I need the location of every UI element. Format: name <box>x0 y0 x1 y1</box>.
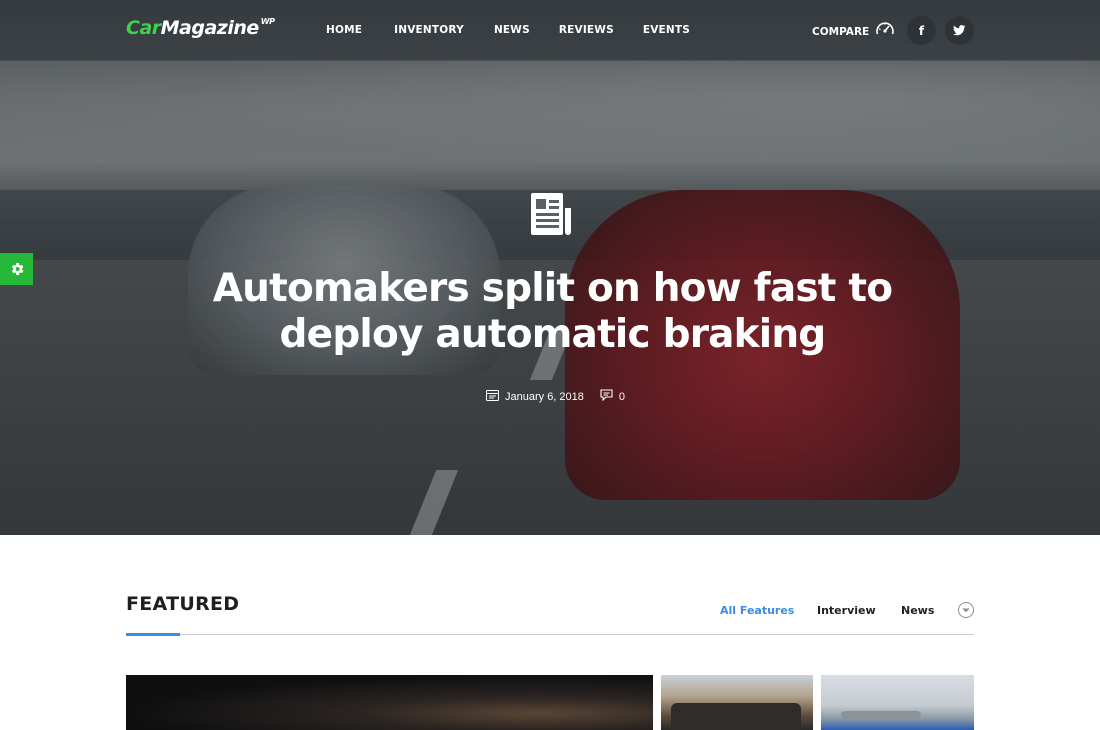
hero-banner[interactable]: Automakers split on how fast to deploy a… <box>0 0 1100 535</box>
logo-brand-part1: Car <box>126 17 161 39</box>
featured-article-image-large[interactable] <box>126 675 653 730</box>
top-navigation: CarMagazine WP HOME INVENTORY NEWS REVIEW… <box>0 0 1100 61</box>
featured-section-title: FEATURED <box>126 593 240 615</box>
menu-item-inventory[interactable]: INVENTORY <box>394 24 464 36</box>
speedometer-icon <box>875 20 895 43</box>
suv-shape <box>671 703 801 730</box>
tab-all-features[interactable]: All Features <box>720 604 794 617</box>
more-tabs-button[interactable] <box>958 602 974 618</box>
compare-label: COMPARE <box>812 25 870 38</box>
section-divider <box>126 634 974 635</box>
site-logo[interactable]: CarMagazine WP <box>126 16 275 39</box>
comment-count[interactable]: 0 <box>619 391 625 403</box>
facebook-glyph: f <box>918 23 925 38</box>
hero-title[interactable]: Automakers split on how fast to deploy a… <box>200 266 905 358</box>
twitter-bird-icon <box>953 25 966 36</box>
calendar-icon <box>486 389 499 404</box>
menu-item-home[interactable]: HOME <box>326 24 362 36</box>
section-divider-accent <box>126 633 180 636</box>
newspaper-icon <box>529 192 575 243</box>
logo-brand-part2: Magazine <box>160 17 260 39</box>
gear-icon <box>11 263 23 275</box>
settings-toggle-button[interactable] <box>0 253 33 285</box>
featured-article-image-small[interactable] <box>661 675 813 730</box>
facebook-icon[interactable]: f <box>907 16 936 45</box>
main-menu: HOME INVENTORY NEWS REVIEWS EVENTS <box>326 24 720 36</box>
distant-coast-shape <box>841 711 921 719</box>
tab-news[interactable]: News <box>901 604 934 617</box>
comment-icon <box>600 389 613 404</box>
menu-item-news[interactable]: NEWS <box>494 24 530 36</box>
post-date: January 6, 2018 <box>505 390 584 403</box>
hero-meta: January 6, 2018 0 <box>486 389 625 404</box>
twitter-icon[interactable] <box>945 16 974 45</box>
chevron-down-icon <box>962 608 970 613</box>
compare-button[interactable]: COMPARE <box>812 20 895 43</box>
featured-article-image-small[interactable] <box>821 675 974 730</box>
menu-item-reviews[interactable]: REVIEWS <box>559 24 614 36</box>
menu-item-events[interactable]: EVENTS <box>643 24 690 36</box>
logo-superscript: WP <box>260 16 275 26</box>
tab-interview[interactable]: Interview <box>817 604 876 617</box>
